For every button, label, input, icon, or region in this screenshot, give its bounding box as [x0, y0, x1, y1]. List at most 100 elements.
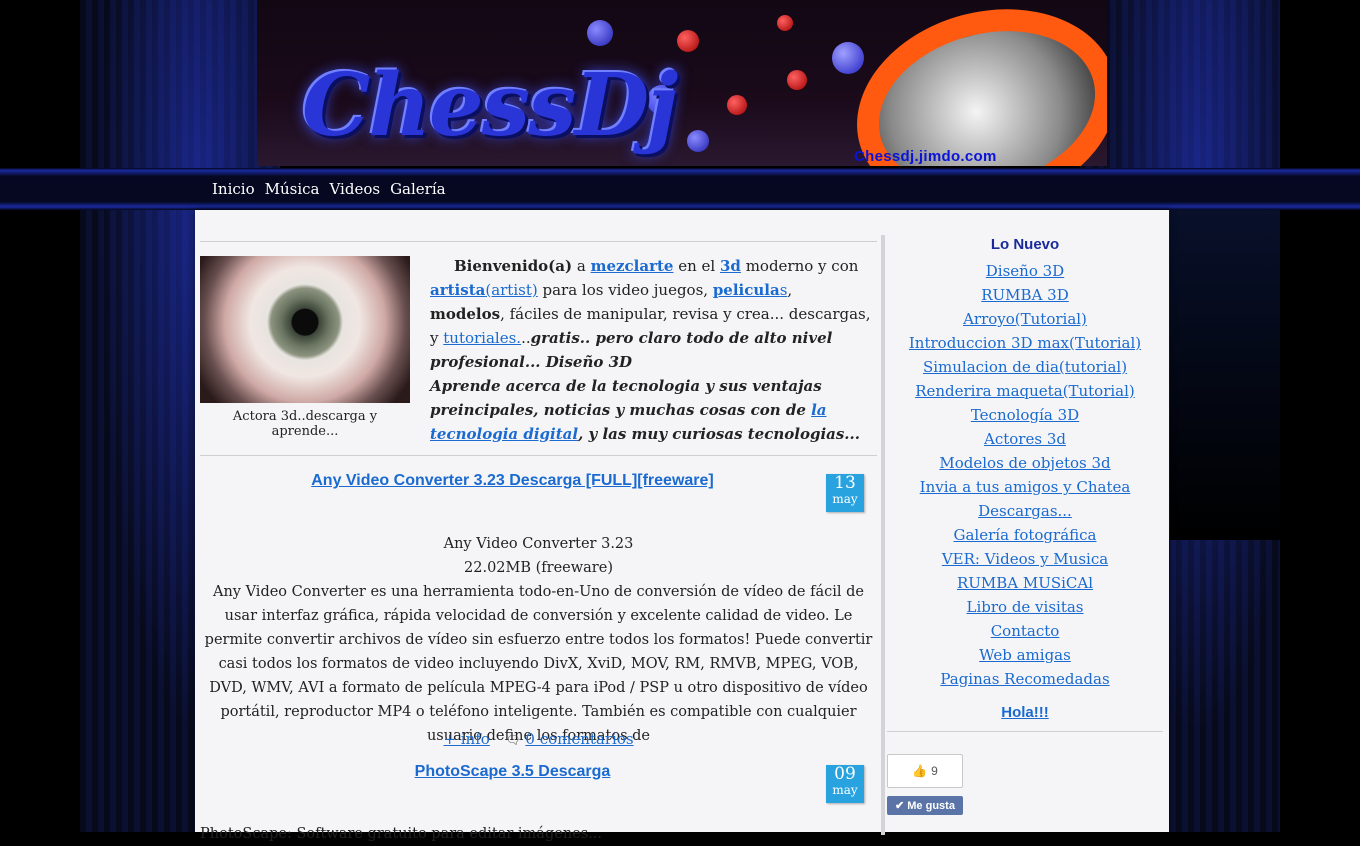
post-body: Any Video Converter 3.23 22.02MB (freewa… — [200, 532, 877, 748]
sidebar-link[interactable]: Diseño 3D — [986, 262, 1064, 280]
dna-sphere — [832, 42, 864, 74]
sidebar-item: Introduccion 3D max(Tutorial) — [887, 331, 1163, 355]
post-title-link[interactable]: PhotoScape 3.5 Descarga — [415, 763, 611, 780]
header-banner: ChessDj Chessdj.jimdo.com — [257, 0, 1107, 166]
link-artist[interactable]: (artist) — [485, 281, 537, 299]
sidebar-item: VER: Videos y Musica — [887, 547, 1163, 571]
intro-text-part: , — [787, 281, 793, 299]
nav-item: Galería — [390, 179, 446, 198]
date-badge: 09 may — [826, 765, 864, 803]
sidebar: Lo Nuevo Diseño 3D RUMBA 3D Arroyo(Tutoria… — [887, 210, 1163, 815]
sidebar-title: Lo Nuevo — [990, 236, 1060, 253]
sidebar-links: Diseño 3D RUMBA 3D Arroyo(Tutorial) Introdu… — [887, 259, 1163, 691]
hola-link[interactable]: Hola!!! — [1001, 704, 1049, 721]
post-title: PhotoScape 3.5 Descarga — [200, 763, 825, 781]
nav-item: Inicio — [212, 179, 255, 198]
sidebar-item: RUMBA MUSiCAl — [887, 571, 1163, 595]
sidebar-link[interactable]: Invia a tus amigos y Chatea — [920, 478, 1131, 496]
sidebar-link[interactable]: Tecnología 3D — [971, 406, 1079, 424]
intro-text-part: moderno y con — [740, 257, 859, 275]
sidebar-link[interactable]: Paginas Recomedadas — [940, 670, 1109, 688]
sidebar-item: Diseño 3D — [887, 259, 1163, 283]
nav-item: Música — [265, 179, 320, 198]
nav-list: Inicio Música Videos Galería — [212, 179, 446, 198]
sidebar-link[interactable]: Introduccion 3D max(Tutorial) — [909, 334, 1141, 352]
intro-italic: Aprende acerca de la tecnologia y sus ve… — [430, 377, 822, 419]
sidebar-link[interactable]: Libro de visitas — [966, 598, 1083, 616]
dna-sphere — [777, 15, 793, 31]
modelos-bold: modelos — [430, 305, 501, 323]
sidebar-item: Simulacion de dia(tutorial) — [887, 355, 1163, 379]
like-button[interactable]: ✔ Me gusta — [887, 796, 963, 815]
date-month: may — [832, 783, 858, 797]
post-title: Any Video Converter 3.23 Descarga [FULL]… — [200, 472, 825, 490]
intro-text-part: para los video juegos, — [537, 281, 713, 299]
sidebar-item: Paginas Recomedadas — [887, 667, 1163, 691]
sidebar-item: Renderira maqueta(Tutorial) — [887, 379, 1163, 403]
like-button-label: Me gusta — [907, 799, 955, 812]
site-url: Chessdj.jimdo.com — [854, 148, 997, 165]
post-description: Any Video Converter es una herramienta t… — [204, 584, 873, 744]
nav-link-2[interactable]: Videos — [329, 180, 380, 198]
sidebar-item: Tecnología 3D — [887, 403, 1163, 427]
sidebar-link[interactable]: VER: Videos y Musica — [942, 550, 1108, 568]
more-info-link[interactable]: + info — [443, 730, 489, 748]
column-separator — [881, 235, 885, 835]
intro-text-part: en el — [673, 257, 720, 275]
nav-link-3[interactable]: Galería — [390, 180, 446, 198]
comments-link[interactable]: 0 comentarios — [525, 730, 633, 748]
comment-icon: 🗨 — [505, 733, 521, 747]
like-counter: 👍 9 — [887, 754, 963, 788]
sidebar-item: Web amigas — [887, 643, 1163, 667]
sidebar-link[interactable]: Arroyo(Tutorial) — [963, 310, 1087, 328]
eye-image — [200, 256, 410, 403]
nav-item: Videos — [329, 179, 380, 198]
post-line: 22.02MB (freeware) — [464, 560, 613, 576]
sidebar-link[interactable]: Contacto — [991, 622, 1060, 640]
sidebar-item: Galería fotográfica — [887, 523, 1163, 547]
sidebar-link[interactable]: Galería fotográfica — [954, 526, 1097, 544]
intro-text-part: a — [572, 257, 591, 275]
site-logo: ChessDj — [302, 55, 678, 156]
sidebar-link[interactable]: Descargas... — [978, 502, 1072, 520]
checkmark-icon: ✔ — [895, 800, 905, 812]
dna-sphere — [587, 20, 613, 46]
link-peliculas[interactable]: pelicula — [713, 281, 780, 299]
divider — [200, 455, 877, 456]
divider — [887, 731, 1163, 732]
sidebar-link[interactable]: RUMBA MUSiCAl — [957, 574, 1093, 592]
nav-link-1[interactable]: Música — [265, 180, 320, 198]
link-tutoriales[interactable]: tutoriales. — [443, 329, 521, 347]
sidebar-link[interactable]: Web amigas — [979, 646, 1071, 664]
post-links: + info 🗨 0 comentarios — [200, 730, 877, 748]
image-caption: Actora 3d..descarga y aprende... — [232, 409, 378, 439]
welcome-bold: Bienvenido(a) — [454, 257, 573, 275]
divider — [200, 241, 877, 242]
sidebar-item: Descargas... — [887, 499, 1163, 523]
link-mezclarte[interactable]: mezclarte — [591, 257, 674, 275]
sidebar-link[interactable]: Simulacion de dia(tutorial) — [923, 358, 1127, 376]
date-badge: 13 may — [826, 474, 864, 512]
post-title-link[interactable]: Any Video Converter 3.23 Descarga [FULL]… — [311, 472, 714, 489]
thumbs-up-icon: 👍 — [912, 764, 928, 778]
dna-sphere — [787, 70, 807, 90]
sidebar-item: Libro de visitas — [887, 595, 1163, 619]
background-right-shadow — [1170, 210, 1280, 540]
date-month: may — [832, 492, 858, 506]
nav-link-0[interactable]: Inicio — [212, 180, 255, 198]
sidebar-link[interactable]: Modelos de objetos 3d — [939, 454, 1110, 472]
sidebar-item: Contacto — [887, 619, 1163, 643]
sidebar-link[interactable]: RUMBA 3D — [981, 286, 1069, 304]
post-line: Any Video Converter 3.23 — [443, 536, 634, 552]
post-body-partial: PhotoScape: Software gratuito para edita… — [200, 826, 603, 842]
vinyl-disc-icon — [834, 0, 1107, 166]
sidebar-link[interactable]: Renderira maqueta(Tutorial) — [915, 382, 1135, 400]
link-3d[interactable]: 3d — [720, 257, 741, 275]
link-artista[interactable]: artista — [430, 281, 485, 299]
sidebar-item: Invia a tus amigos y Chatea — [887, 475, 1163, 499]
sidebar-item: Arroyo(Tutorial) — [887, 307, 1163, 331]
date-day: 13 — [834, 473, 856, 493]
intro-text-part: .. — [521, 329, 531, 347]
content-panel: Actora 3d..descarga y aprende... Bienven… — [195, 210, 1169, 842]
sidebar-link[interactable]: Actores 3d — [984, 430, 1066, 448]
